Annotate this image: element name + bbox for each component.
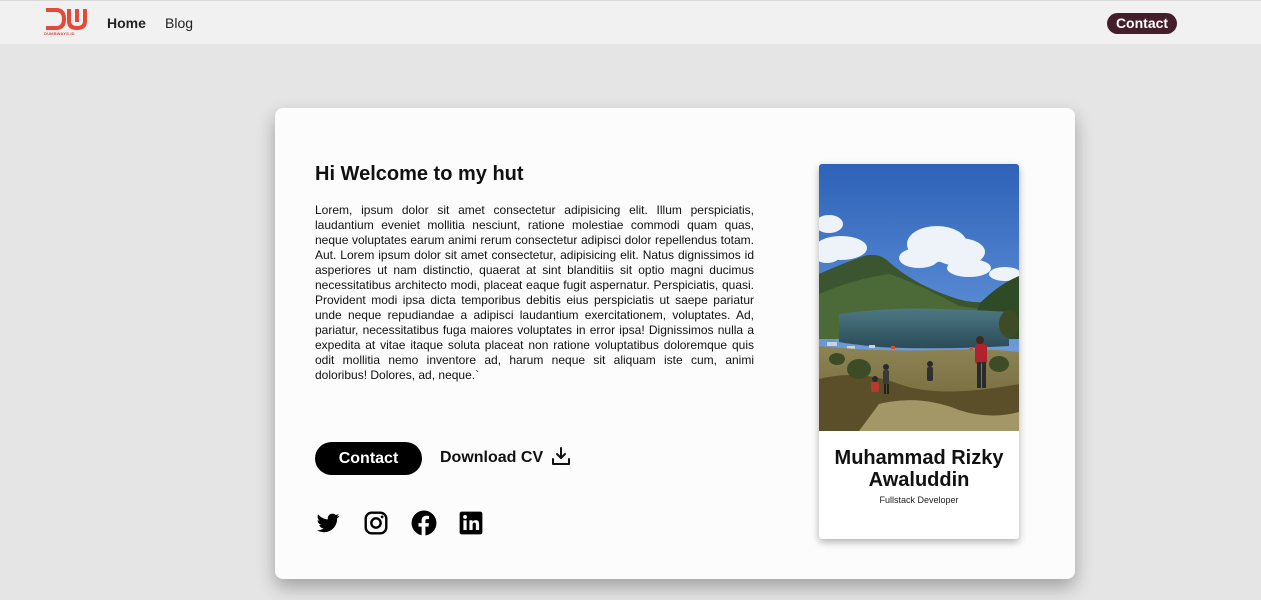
hero-title: Hi Welcome to my hut [315,163,524,185]
nav-contact-button[interactable]: Contact [1107,13,1177,34]
download-cv-label: Download CV [440,449,544,466]
linkedin-icon[interactable] [458,510,484,536]
twitter-icon[interactable] [315,510,341,536]
nav-home-link[interactable]: Home [107,15,146,31]
download-icon [551,446,571,471]
profile-card: Muhammad Rizky Awaluddin Fullstack Devel… [819,164,1019,539]
dumbways-logo[interactable]: DUMBWAYS.ID [44,7,90,39]
profile-role: Fullstack Developer [879,495,959,505]
download-cv-button[interactable]: Download CV [440,444,571,472]
instagram-icon[interactable] [363,510,389,536]
hero-description: Lorem, ipsum dolor sit amet consectetur … [315,203,754,382]
facebook-icon[interactable] [411,510,437,536]
hero-card: Hi Welcome to my hut Lorem, ipsum dolor … [275,108,1075,579]
navbar: DUMBWAYS.ID Home Blog Contact [0,0,1261,44]
nav-blog-link[interactable]: Blog [165,15,193,31]
hero-contact-button[interactable]: Contact [315,442,422,475]
profile-name: Muhammad Rizky Awaluddin [834,447,1004,491]
logo-text: DUMBWAYS.ID [44,31,75,36]
profile-photo [819,164,1019,431]
